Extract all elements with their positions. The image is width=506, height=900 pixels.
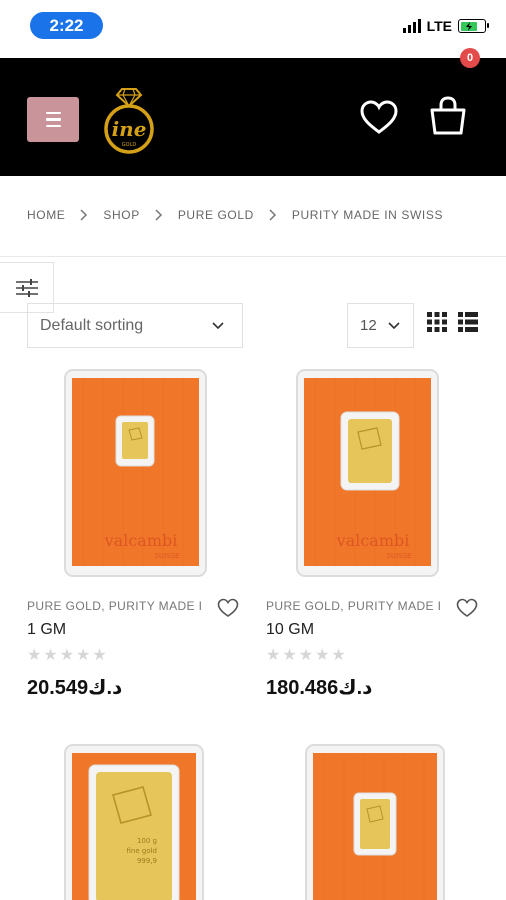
- product-name[interactable]: 10 GM: [266, 621, 314, 639]
- sort-select[interactable]: Default sorting: [27, 303, 243, 348]
- chevron-right-icon: [80, 209, 88, 221]
- status-indicators: LTE: [402, 18, 489, 34]
- divider: [0, 256, 506, 257]
- wishlist-icon[interactable]: [360, 100, 398, 136]
- status-time: 2:22: [30, 12, 103, 39]
- chevron-down-icon: [212, 321, 224, 329]
- signal-icon: [402, 19, 421, 33]
- breadcrumb-current: PURITY MADE IN SWISS: [291, 208, 444, 222]
- sliders-icon: [15, 278, 38, 297]
- grid-view-icon[interactable]: [427, 312, 447, 332]
- product-category[interactable]: PURE GOLD, PURITY MADE IN...: [266, 599, 441, 613]
- product-category[interactable]: PURE GOLD, PURITY MADE IN...: [27, 599, 202, 613]
- product-image[interactable]: [304, 743, 446, 900]
- svg-text:fine gold: fine gold: [127, 847, 158, 855]
- fine-gold-logo[interactable]: ine GOLD: [98, 86, 160, 156]
- star-rating: ★ ★ ★ ★ ★: [27, 647, 107, 664]
- cart-icon[interactable]: [428, 96, 468, 136]
- svg-text:SUISSE: SUISSE: [387, 552, 412, 560]
- breadcrumb-home[interactable]: HOME: [27, 208, 65, 222]
- product-name[interactable]: 1 GM: [27, 621, 66, 639]
- wishlist-heart-icon[interactable]: [456, 598, 478, 618]
- product-price: 180.486د.ك: [266, 677, 373, 699]
- chevron-right-icon: [155, 209, 162, 221]
- sort-value: Default sorting: [40, 316, 144, 334]
- product-image[interactable]: 100 g fine gold 999,9: [63, 743, 205, 900]
- svg-text:valcambi: valcambi: [336, 531, 410, 550]
- cart-count-badge: 0: [460, 48, 480, 68]
- star-rating: ★ ★ ★ ★ ★: [266, 647, 346, 664]
- status-bar: 2:22 LTE: [0, 0, 506, 58]
- breadcrumb-pure-gold[interactable]: PURE GOLD: [178, 208, 254, 222]
- wishlist-heart-icon[interactable]: [217, 598, 239, 618]
- site-header: ine GOLD: [0, 58, 506, 176]
- svg-text:999,9: 999,9: [137, 857, 157, 865]
- breadcrumb-shop[interactable]: SHOP: [103, 208, 139, 222]
- chevron-down-icon: [388, 321, 400, 329]
- svg-text:100 g: 100 g: [137, 837, 157, 845]
- svg-text:ine: ine: [112, 117, 147, 141]
- battery-icon: [458, 19, 489, 33]
- chevron-right-icon: [269, 209, 276, 221]
- svg-text:SUISSE: SUISSE: [155, 552, 180, 560]
- product-image[interactable]: valcambi SUISSE: [63, 368, 208, 578]
- per-page-value: 12: [360, 317, 377, 334]
- product-price: 20.549د.ك: [27, 677, 123, 699]
- list-view-icon[interactable]: [458, 312, 478, 332]
- product-image[interactable]: valcambi SUISSE: [295, 368, 440, 578]
- network-label: LTE: [426, 18, 452, 34]
- breadcrumb: HOME SHOP PURE GOLD PURITY MADE IN SWISS: [27, 208, 443, 222]
- per-page-select[interactable]: 12: [347, 303, 414, 348]
- svg-text:valcambi: valcambi: [104, 531, 178, 550]
- menu-button[interactable]: [27, 97, 79, 142]
- svg-text:GOLD: GOLD: [122, 142, 137, 148]
